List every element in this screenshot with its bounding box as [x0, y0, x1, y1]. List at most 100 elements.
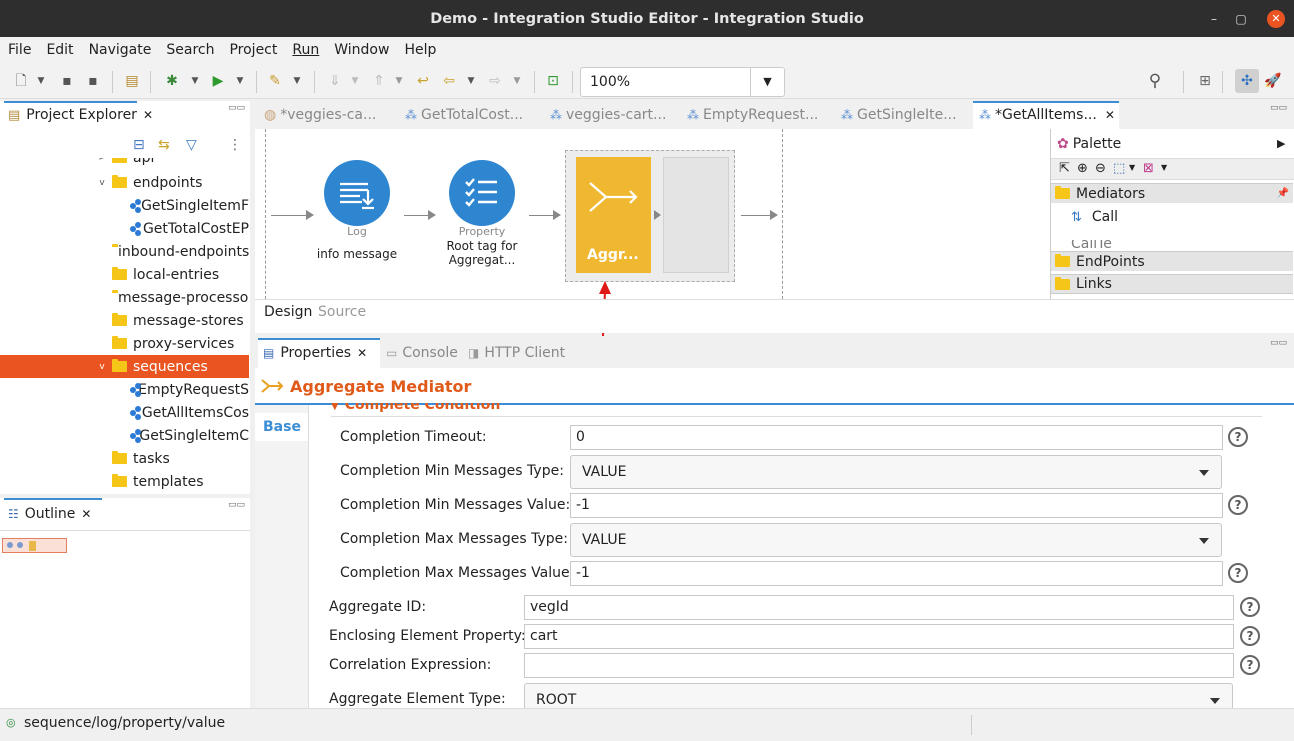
max-messages-type-select[interactable]: VALUE	[570, 523, 1222, 557]
back-dropdown-icon[interactable]: ▼	[462, 72, 480, 90]
forward-dropdown-icon[interactable]: ▼	[508, 72, 526, 90]
collapse-all-icon[interactable]: ⊟	[133, 137, 145, 153]
zoom-out-icon[interactable]: ⊖	[1095, 161, 1106, 176]
enclosing-element-input[interactable]: cart	[524, 624, 1234, 649]
marquee-icon[interactable]: ⬚	[1113, 161, 1125, 176]
tree-item-endpoints[interactable]: v endpoints	[0, 171, 249, 194]
log-mediator[interactable]	[324, 160, 390, 226]
min-messages-value-input[interactable]: -1	[570, 493, 1223, 518]
open-perspective-icon-2[interactable]: ⊞	[1196, 72, 1214, 90]
palette-section-links[interactable]: Links	[1051, 274, 1293, 294]
menu-edit[interactable]: Edit	[46, 42, 73, 58]
forward-icon[interactable]: ⇨	[486, 72, 504, 90]
external-tools-icon[interactable]: ✎	[266, 72, 284, 90]
design-tab[interactable]: Design	[264, 304, 312, 320]
back-icon[interactable]: ⇦	[440, 72, 458, 90]
palette-section-endpoints[interactable]: EndPoints	[1051, 251, 1293, 271]
menu-help[interactable]: Help	[404, 42, 436, 58]
minimize-view-icon[interactable]: ▭▭	[228, 103, 245, 113]
deploy-icon[interactable]: ▤	[123, 72, 141, 90]
minimize-editor-icon[interactable]: ▭▭	[1270, 103, 1287, 113]
editor-tab-getallitems[interactable]: ⁂ *GetAllItems... ✕	[979, 101, 1115, 129]
save-all-icon[interactable]: ▪	[84, 72, 102, 90]
help-icon[interactable]: ?	[1228, 427, 1248, 447]
base-tab[interactable]: Base	[255, 413, 308, 441]
aggregate-element-type-select[interactable]: ROOT	[524, 683, 1233, 708]
close-tab-icon[interactable]: ✕	[357, 346, 367, 360]
editor-tab-getsingleitem[interactable]: ⁂ GetSingleIte...	[841, 101, 957, 129]
close-button[interactable]: ✕	[1267, 10, 1285, 28]
maximize-button[interactable]: ▢	[1232, 10, 1250, 28]
correlation-expression-input[interactable]	[524, 653, 1234, 678]
tree-item-getsingleitem-ep[interactable]: GetSingleItemF	[0, 194, 249, 217]
next-annotation-icon[interactable]: ⇑	[370, 72, 388, 90]
aggregate-mediator[interactable]: Aggr...	[576, 157, 651, 273]
help-icon[interactable]: ?	[1228, 495, 1248, 515]
minimize-view-icon[interactable]: ▭▭	[1270, 338, 1287, 348]
last-edit-icon[interactable]: ↩	[414, 72, 432, 90]
open-perspective-icon[interactable]: ⊡	[544, 72, 562, 90]
tree-item-tasks[interactable]: tasks	[0, 447, 249, 470]
prev-annotation-dropdown-icon[interactable]: ▼	[346, 72, 364, 90]
debug-icon[interactable]: ✱	[163, 72, 181, 90]
outline-viewport[interactable]	[2, 538, 67, 553]
tree-item-getallitemscost[interactable]: GetAllItemsCos	[0, 401, 249, 424]
search-icon[interactable]: ⚲	[1146, 72, 1164, 90]
save-icon[interactable]: ▪	[58, 72, 76, 90]
editor-tab-veggies-cart[interactable]: ⁂ veggies-cart...	[550, 101, 666, 129]
marquee-dropdown-icon[interactable]: ▼	[1129, 163, 1135, 172]
tree-item-templates[interactable]: templates	[0, 470, 249, 491]
properties-tab[interactable]: ▤ Properties ✕	[263, 345, 367, 361]
view-menu-icon[interactable]: ⋮	[228, 137, 242, 153]
minimize-button[interactable]: –	[1205, 10, 1223, 28]
deploy-perspective-icon[interactable]: 🚀	[1264, 72, 1282, 90]
new-dropdown-icon[interactable]: ▼	[32, 72, 50, 90]
menu-file[interactable]: File	[8, 42, 31, 58]
aggregate-oncomplete-lane[interactable]	[663, 157, 729, 273]
next-annotation-dropdown-icon[interactable]: ▼	[390, 72, 408, 90]
new-icon[interactable]: 🗋	[12, 72, 30, 90]
palette-section-mediators[interactable]: Mediators 📌	[1051, 183, 1293, 203]
select-tool-icon[interactable]: ⇱	[1059, 161, 1070, 176]
zoom-in-icon[interactable]: ⊕	[1077, 161, 1088, 176]
prev-annotation-icon[interactable]: ⇓	[326, 72, 344, 90]
source-tab[interactable]: Source	[318, 304, 366, 320]
close-tab-icon[interactable]: ✕	[143, 108, 153, 122]
run-icon[interactable]: ▶	[209, 72, 227, 90]
editor-tab-gettotalcost[interactable]: ⁂ GetTotalCost...	[405, 101, 523, 129]
zoom-dropdown-icon[interactable]: ▼	[750, 68, 784, 96]
http-client-tab[interactable]: ◨ HTTP Client	[468, 345, 565, 361]
menu-navigate[interactable]: Navigate	[89, 42, 152, 58]
project-explorer-tab[interactable]: ▤ Project Explorer ✕	[8, 107, 153, 123]
link-editor-icon[interactable]: ⇆	[158, 137, 170, 153]
palette-item-calltemplate[interactable]: CallTe	[1071, 240, 1211, 248]
tools-dropdown-icon[interactable]: ▼	[288, 72, 306, 90]
menu-search[interactable]: Search	[166, 42, 214, 58]
tree-item-emptyrequest[interactable]: EmptyRequestS	[0, 378, 249, 401]
console-tab[interactable]: ▭ Console	[386, 345, 458, 361]
menu-window[interactable]: Window	[334, 42, 389, 58]
editor-tab-veggies-cart-api[interactable]: ◍ *veggies-ca...	[264, 101, 376, 129]
help-icon[interactable]: ?	[1240, 597, 1260, 617]
debug-dropdown-icon[interactable]: ▼	[186, 72, 204, 90]
property-mediator[interactable]	[449, 160, 515, 226]
max-messages-value-input[interactable]: -1	[570, 561, 1223, 586]
tree-item-proxy-services[interactable]: proxy-services	[0, 332, 249, 355]
tree-item-message-stores[interactable]: message-stores	[0, 309, 249, 332]
completion-timeout-input[interactable]: 0	[570, 425, 1223, 450]
tree-item-gettotalcost-ep[interactable]: GetTotalCostEP	[0, 217, 249, 240]
aggregate-id-input[interactable]: vegId	[524, 595, 1234, 620]
minimize-view-icon[interactable]: ▭▭	[228, 500, 245, 510]
sequence-canvas[interactable]: Log info message Property Root tag for Ag…	[255, 129, 1050, 404]
outline-tab[interactable]: ☷ Outline ✕	[8, 506, 91, 522]
tree-item-message-processors[interactable]: message-processors	[0, 286, 249, 309]
close-tab-icon[interactable]: ✕	[81, 507, 91, 521]
connection-dropdown-icon[interactable]: ▼	[1161, 163, 1167, 172]
menu-project[interactable]: Project	[229, 42, 277, 58]
close-tab-icon[interactable]: ✕	[1105, 108, 1115, 122]
palette-collapse-icon[interactable]: ▶	[1277, 137, 1285, 150]
tree-item-inbound-endpoints[interactable]: inbound-endpoints	[0, 240, 249, 263]
run-dropdown-icon[interactable]: ▼	[231, 72, 249, 90]
palette-item-call[interactable]: ⇅ Call	[1071, 209, 1118, 225]
aggregate-container[interactable]: Aggr...	[565, 150, 735, 282]
